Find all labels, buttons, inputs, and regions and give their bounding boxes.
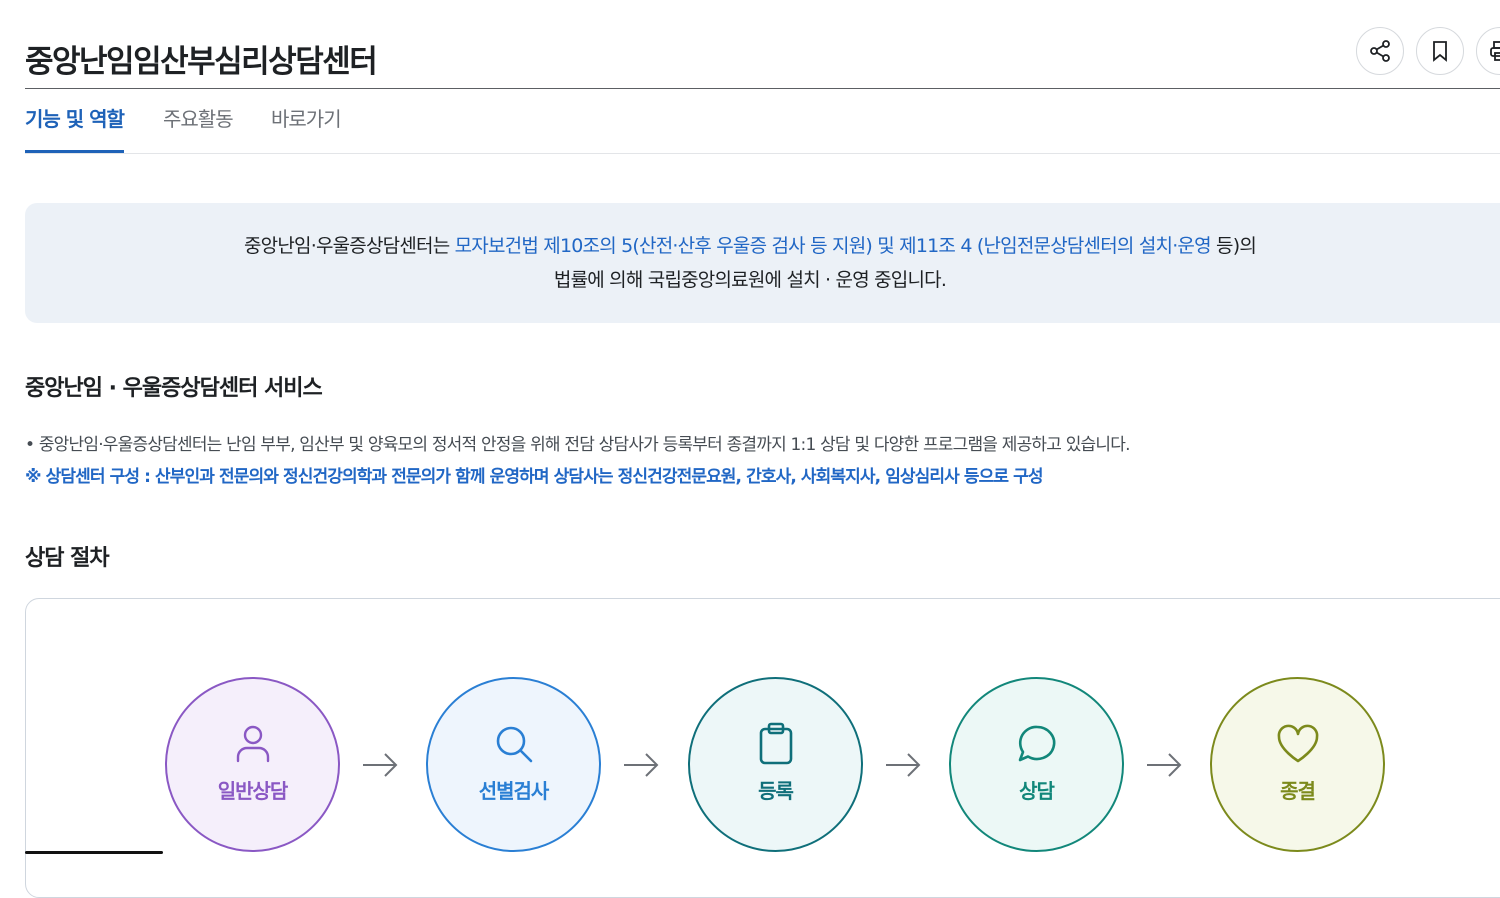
intro-prefix: 중앙난임·우울증상담센터는 [243,235,455,257]
step-counseling: 상담 [949,677,1124,852]
intro-line-1: 중앙난임·우울증상담센터는 모자보건법 제10조의 5(산전·산후 우울증 검사… [0,229,1500,263]
page-title: 중앙난임임산부심리상담센터 [25,44,378,80]
service-description: • 중앙난임·우울증상담센터는 난임 부부, 임산부 및 양육모의 정서적 안정… [25,435,1130,455]
service-section-title: 중앙난임 · 우울증상담센터 서비스 [25,376,323,401]
tab-bar: 기능 및 역할 주요활동 바로가기 [25,100,1500,154]
bookmark-icon [1433,41,1447,62]
print-icon [1490,41,1500,61]
print-button[interactable] [1476,27,1500,75]
tab-shortcuts[interactable]: 바로가기 [271,100,342,150]
clipboard-icon [758,721,794,767]
tab-functions-roles[interactable]: 기능 및 역할 [25,100,125,153]
intro-suffix: 등)의 [1210,235,1257,257]
person-icon [234,721,272,767]
process-section-title: 상담 절차 [25,546,110,571]
step-registration: 등록 [688,677,863,852]
intro-notice-box: 중앙난임·우울증상담센터는 모자보건법 제10조의 5(산전·산후 우울증 검사… [25,203,1500,323]
arrow-right-icon [363,753,398,777]
heart-icon [1276,721,1320,767]
tab-main-activities[interactable]: 주요활동 [163,100,234,150]
law-reference-text: 모자보건법 제10조의 5(산전·산후 우울증 검사 등 지원) 및 제11조 … [454,235,1212,257]
arrow-right-icon [886,753,921,777]
arrow-right-icon [1147,753,1182,777]
step-label: 종결 [1280,779,1316,803]
bookmark-button[interactable] [1416,27,1464,75]
share-button[interactable] [1356,27,1404,75]
share-icon [1370,40,1390,62]
center-composition-note: ※ 상담센터 구성 : 산부인과 전문의와 정신건강의학과 전문의가 함께 운영… [25,467,1044,487]
step-general-counseling: 일반상담 [165,677,340,852]
chat-icon [1016,721,1058,767]
step-screening-test: 선별검사 [426,677,601,852]
step-label: 등록 [758,779,794,803]
arrow-right-icon [624,753,659,777]
title-divider [25,88,1500,89]
step-label: 선별검사 [478,779,550,803]
step-label: 일반상담 [217,779,289,803]
step-label: 상담 [1019,779,1055,803]
step-termination: 종결 [1210,677,1385,852]
intro-line-2: 법률에 의해 국립중앙의료원에 설치 · 운영 중입니다. [553,269,947,291]
search-icon [493,721,535,767]
